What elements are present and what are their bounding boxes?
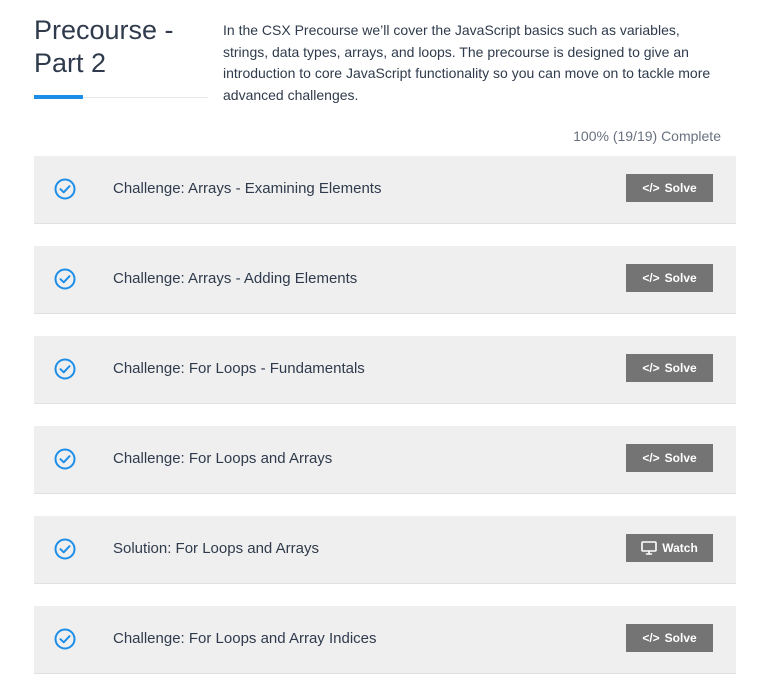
lesson-card: Challenge: Arrays - Examining Elements <… (34, 156, 736, 224)
button-label: Solve (664, 271, 697, 285)
check-circle-icon (54, 178, 76, 200)
button-label: Solve (664, 361, 697, 375)
progress-status: 100% (19/19) Complete (573, 128, 721, 144)
solve-button[interactable]: </> Solve (626, 354, 713, 382)
watch-button[interactable]: Watch (626, 534, 713, 562)
title-block: Precourse - Part 2 (34, 14, 208, 99)
button-label: Watch (662, 541, 698, 555)
lesson-card: Challenge: Arrays - Adding Elements </> … (34, 246, 736, 314)
page-title: Precourse - Part 2 (34, 15, 174, 78)
lesson-title[interactable]: Challenge: Arrays - Adding Elements (113, 270, 357, 287)
monitor-icon (641, 541, 658, 555)
button-label: Solve (664, 181, 697, 195)
solve-button[interactable]: </> Solve (626, 174, 713, 202)
check-circle-icon (54, 538, 76, 560)
check-circle-icon (54, 448, 76, 470)
lesson-title[interactable]: Challenge: For Loops - Fundamentals (113, 360, 365, 377)
code-icon: </> (642, 271, 660, 285)
lesson-title[interactable]: Challenge: Arrays - Examining Elements (113, 180, 381, 197)
button-label: Solve (664, 451, 697, 465)
solve-button[interactable]: </> Solve (626, 264, 713, 292)
title-accent-bar (34, 95, 83, 99)
lesson-card: Challenge: For Loops - Fundamentals </> … (34, 336, 736, 404)
button-label: Solve (664, 631, 697, 645)
code-icon: </> (642, 181, 660, 195)
lesson-title[interactable]: Challenge: For Loops and Arrays (113, 450, 332, 467)
check-circle-icon (54, 268, 76, 290)
code-icon: </> (642, 451, 660, 465)
solve-button[interactable]: </> Solve (626, 444, 713, 472)
lesson-title[interactable]: Solution: For Loops and Arrays (113, 540, 319, 557)
course-header: Precourse - Part 2 In the CSX Precourse … (34, 14, 734, 109)
lesson-list: Challenge: Arrays - Examining Elements <… (34, 156, 736, 696)
check-circle-icon (54, 358, 76, 380)
code-icon: </> (642, 631, 660, 645)
lesson-title[interactable]: Challenge: For Loops and Array Indices (113, 630, 377, 647)
solve-button[interactable]: </> Solve (626, 624, 713, 652)
check-circle-icon (54, 628, 76, 650)
lesson-card: Challenge: For Loops and Arrays </> Solv… (34, 426, 736, 494)
code-icon: </> (642, 361, 660, 375)
course-description: In the CSX Precourse we’ll cover the Jav… (223, 22, 711, 103)
lesson-card: Solution: For Loops and Arrays Watch (34, 516, 736, 584)
lesson-card: Challenge: For Loops and Array Indices <… (34, 606, 736, 674)
